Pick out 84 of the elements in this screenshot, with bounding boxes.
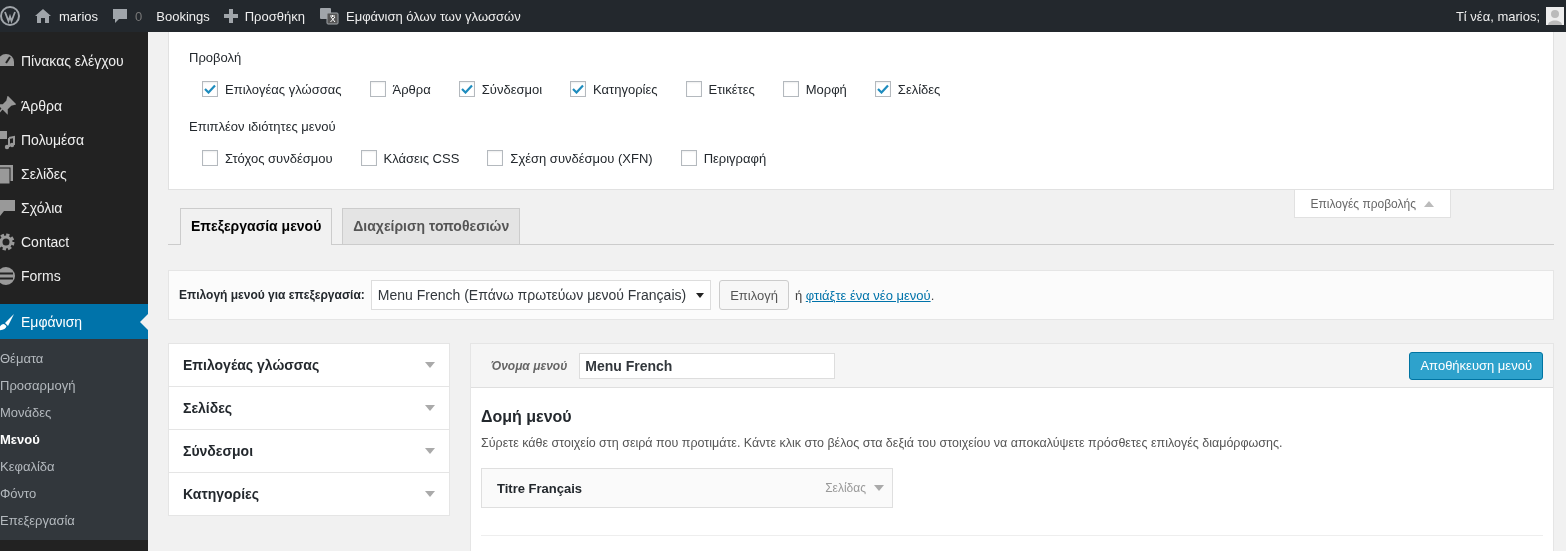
checkbox[interactable] xyxy=(570,81,587,97)
menu-item-title: Titre Français xyxy=(497,480,584,496)
checkbox[interactable] xyxy=(369,81,386,97)
sidebar-item[interactable]: Σχόλια xyxy=(0,191,148,225)
menu-item-bar[interactable]: Titre Français Σελίδας xyxy=(481,468,893,508)
accordion-section[interactable]: Σύνδεσμοι xyxy=(169,429,449,472)
tab[interactable]: Επεξεργασία μενού xyxy=(180,208,333,245)
sidebar-item[interactable]: Άρθρα xyxy=(0,89,148,123)
sidebar-item[interactable]: Πολυμέσα xyxy=(0,123,148,157)
submenu-item[interactable]: Μενού xyxy=(0,426,148,453)
gear-icon xyxy=(0,232,16,252)
checkmark-icon xyxy=(876,84,889,94)
toolbar-link[interactable]: Προσθήκη xyxy=(244,8,305,24)
menu-dropdown[interactable]: Menu French (Επάνω πρωτεύων μενού Français) xyxy=(370,280,712,310)
toolbar-link[interactable]: Εμφάνιση όλων των γλωσσών xyxy=(345,8,521,24)
checkbox-label: Κατηγορίες xyxy=(593,81,658,97)
checkbox-label: Στόχος συνδέσμου xyxy=(225,150,333,166)
tab[interactable]: Διαχείριση τοποθεσιών xyxy=(342,208,521,244)
caret-down-icon xyxy=(874,485,884,491)
checkbox-label: Περιγραφή xyxy=(703,150,767,166)
dropdown-arrow-icon xyxy=(696,292,705,298)
comment-icon xyxy=(0,198,16,218)
submenu-item[interactable]: Μονάδες xyxy=(0,399,148,426)
toolbar-link[interactable]: marios xyxy=(59,8,98,24)
checkbox[interactable] xyxy=(782,81,799,97)
caret-down-icon xyxy=(425,362,435,368)
section-heading: Δομή μενού xyxy=(481,408,573,426)
section-heading: Προβολή xyxy=(189,50,243,65)
create-menu-text: ή φτιάξτε ένα νέο μενού. xyxy=(794,287,935,303)
avatar-icon xyxy=(1546,7,1564,25)
checkbox-label: Άρθρα xyxy=(392,81,431,97)
checkbox[interactable] xyxy=(458,81,475,97)
checkbox-label: Σχέση συνδέσμου (XFN) xyxy=(510,150,653,166)
caret-down-icon xyxy=(425,448,435,454)
section-heading: Επιπλέον ιδιότητες μενού xyxy=(189,119,337,134)
accordion-section[interactable]: Σελίδες xyxy=(169,386,449,429)
toolbar-link[interactable]: Bookings xyxy=(156,8,210,24)
field-label: Επιλογή μενού για επεξεργασία: xyxy=(179,288,365,302)
sidebar-item[interactable]: Σελίδες xyxy=(0,157,148,191)
checkbox-label: Κλάσεις CSS xyxy=(383,150,460,166)
caret-up-icon xyxy=(1424,200,1434,207)
caret-down-icon xyxy=(425,405,435,411)
checkbox-label: Επιλογέας γλώσσας xyxy=(225,81,342,97)
home-icon xyxy=(34,8,52,24)
greeting-link[interactable]: Τί νέα, marios; xyxy=(1455,8,1540,24)
translate-icon xyxy=(318,7,339,25)
sidebar-item[interactable]: Contact xyxy=(0,225,148,259)
checkbox[interactable] xyxy=(874,81,891,97)
screen-options-tab[interactable]: Επιλογές προβολής xyxy=(1293,190,1451,218)
caret-down-icon xyxy=(425,491,435,497)
submenu-item[interactable]: Επεξεργασία xyxy=(0,507,148,534)
checkbox-label: Σύνδεσμοι xyxy=(481,81,543,97)
wordpress-logo-icon xyxy=(0,6,20,26)
checkbox-label: Σελίδες xyxy=(897,81,941,97)
sidebar-item[interactable]: Πίνακας ελέγχου xyxy=(0,44,148,78)
submenu-item[interactable]: Προσαρμογή xyxy=(0,372,148,399)
checkmark-icon xyxy=(204,84,216,94)
accordion-section[interactable]: Επιλογέας γλώσσας xyxy=(169,344,449,386)
checkbox[interactable] xyxy=(685,81,702,97)
instructions-text: Σύρετε κάθε στοιχείο στη σειρά που προτιμάτε. Κάντε κλικ στο βέλος στα δεξιά του στοιχείου να αποκαλύψετε πρόσθετες επιλογές διαμόρφωσης. xyxy=(481,436,1284,450)
submenu-item[interactable]: Κεφαλίδα xyxy=(0,453,148,480)
accordion-section[interactable]: Κατηγορίες xyxy=(169,472,449,515)
sidebar-item[interactable]: Εμφάνιση xyxy=(0,304,148,339)
create-menu-link[interactable]: φτιάξτε ένα νέο μενού xyxy=(805,287,931,303)
sidebar-item[interactable]: Forms xyxy=(0,259,148,293)
comment-icon xyxy=(112,8,128,24)
pin-icon xyxy=(0,96,16,116)
checkbox[interactable] xyxy=(202,150,218,166)
checkbox[interactable] xyxy=(680,150,697,166)
checkbox[interactable] xyxy=(487,150,504,166)
checkbox[interactable] xyxy=(202,81,218,97)
checkbox-label: Μορφή xyxy=(805,81,847,97)
submenu-item[interactable]: Θέματα xyxy=(0,345,148,372)
checkbox-label: Ετικέτες xyxy=(708,81,755,97)
field-label: Όνομα μενού xyxy=(491,358,568,373)
submenu-item[interactable]: Φόντο xyxy=(0,480,148,507)
plus-icon xyxy=(223,9,238,23)
menu-item-type: Σελίδας xyxy=(825,481,866,495)
select-button[interactable]: Επιλογή xyxy=(719,280,789,310)
checkmark-icon xyxy=(460,84,473,94)
checkbox[interactable] xyxy=(360,150,377,166)
menu-name-field[interactable]: Menu French xyxy=(579,352,836,379)
checkmark-icon xyxy=(572,84,585,94)
media-icon xyxy=(0,130,16,150)
